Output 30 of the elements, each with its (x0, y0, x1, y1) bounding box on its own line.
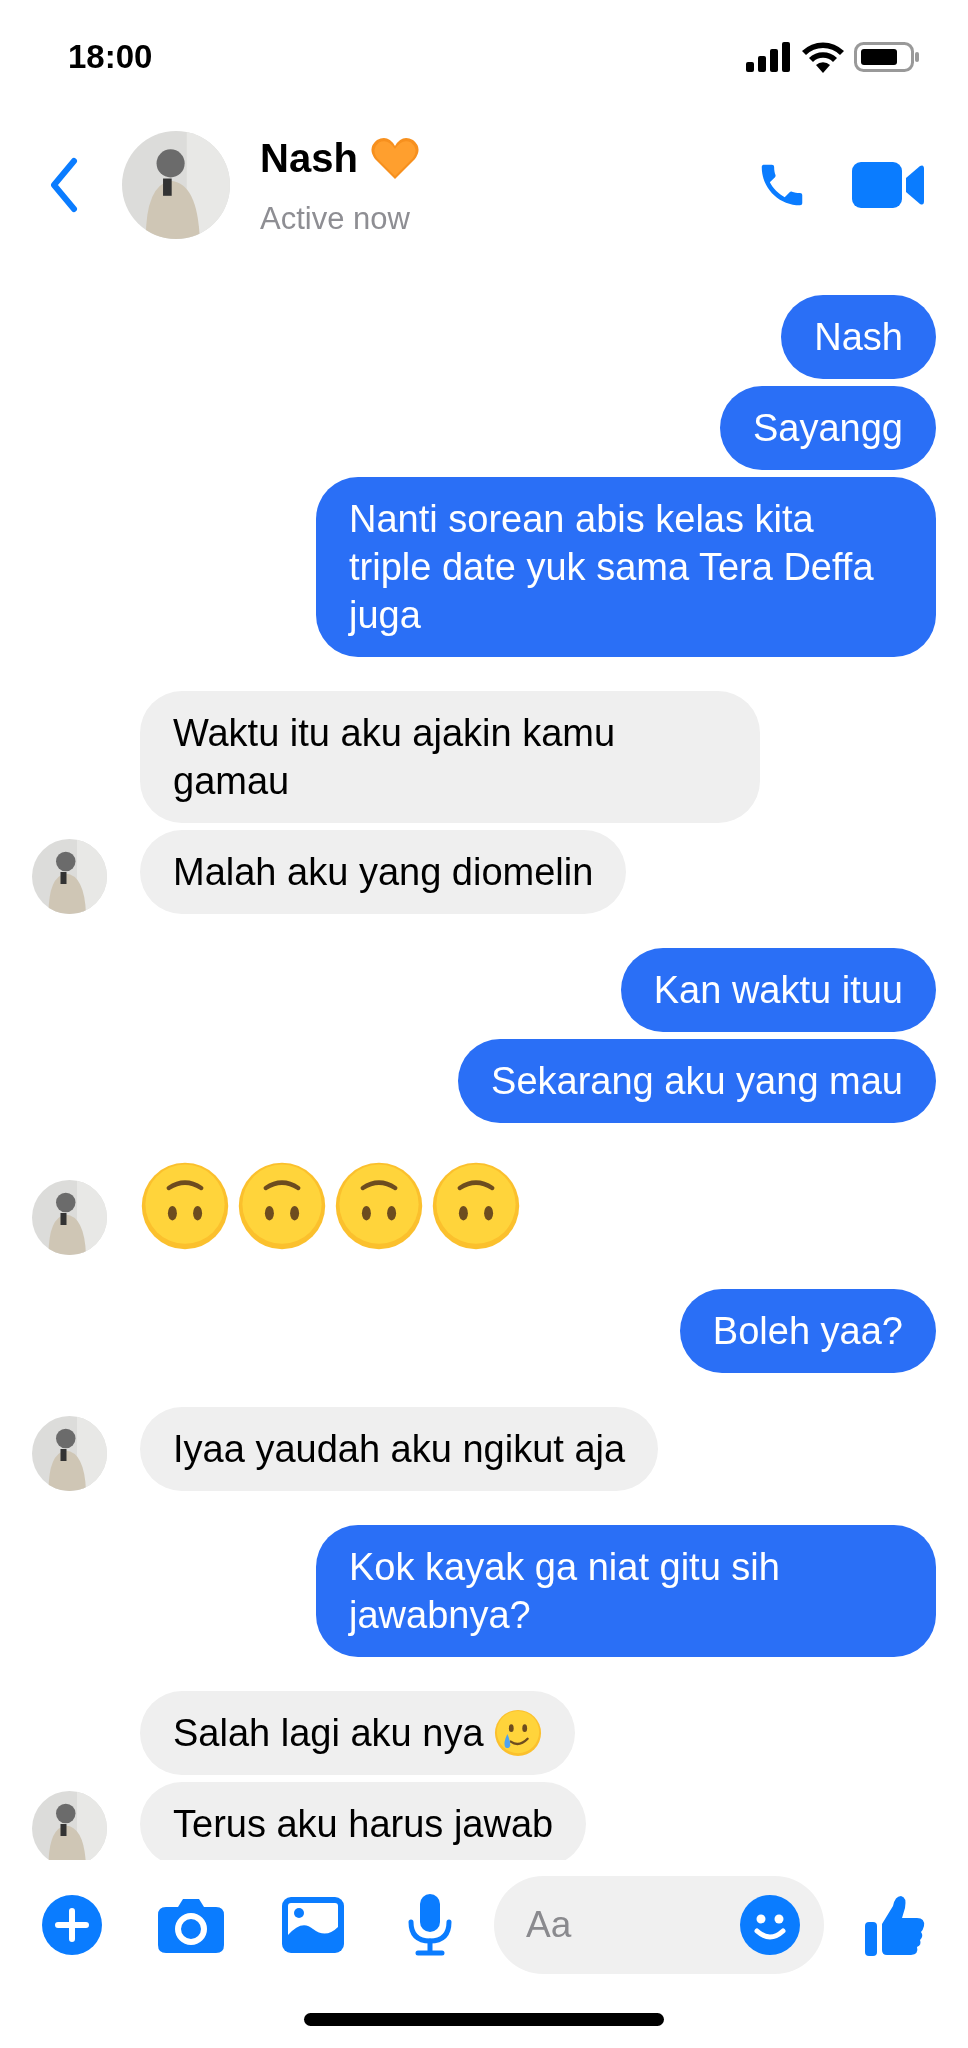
message-text: Kok kayak ga niat gitu sih jawabnya? (349, 1545, 781, 1638)
status-time: 18:00 (68, 37, 153, 78)
add-button[interactable] (42, 1895, 102, 1955)
active-status: Active now (260, 199, 411, 238)
microphone-button[interactable] (406, 1893, 454, 1957)
message-text: Sayangg (753, 406, 903, 451)
message-text: Terus aku harus jawab (173, 1802, 554, 1847)
wifi-icon (802, 41, 844, 73)
message-input[interactable]: Aa (526, 1897, 741, 1953)
message-text: Sekarang aku yang mau (491, 1059, 903, 1104)
battery-icon (854, 42, 920, 72)
message-text: Kan waktu ituu (653, 968, 903, 1013)
message-text: Iyaa yaudah aku ngikut aja (173, 1427, 626, 1472)
message-text: Nash (814, 315, 903, 360)
contact-name: Nash (260, 134, 358, 182)
upside-down-face-icon (334, 1161, 424, 1251)
message-text: Salah lagi aku nya (173, 1711, 484, 1756)
smiling-tear-icon (493, 1709, 542, 1757)
message-field[interactable]: Aa (494, 1876, 825, 1974)
signal-icon (746, 42, 792, 72)
upside-down-face-icon (237, 1161, 327, 1251)
like-button[interactable] (864, 1893, 926, 1957)
message-text: Nanti sorean abis kelas kita triple date yuk sama Tera Deffa juga (349, 497, 875, 638)
message-text: Waktu itu aku ajakin kamu gamau (173, 711, 617, 804)
message-text: Malah aku yang diomelin (173, 850, 594, 895)
emoji-icon[interactable] (740, 1895, 801, 1955)
message-text: Boleh yaa? (712, 1309, 903, 1354)
upside-down-face-icon (140, 1161, 230, 1251)
upside-down-face-icon (431, 1161, 521, 1251)
gallery-button[interactable] (282, 1895, 344, 1955)
